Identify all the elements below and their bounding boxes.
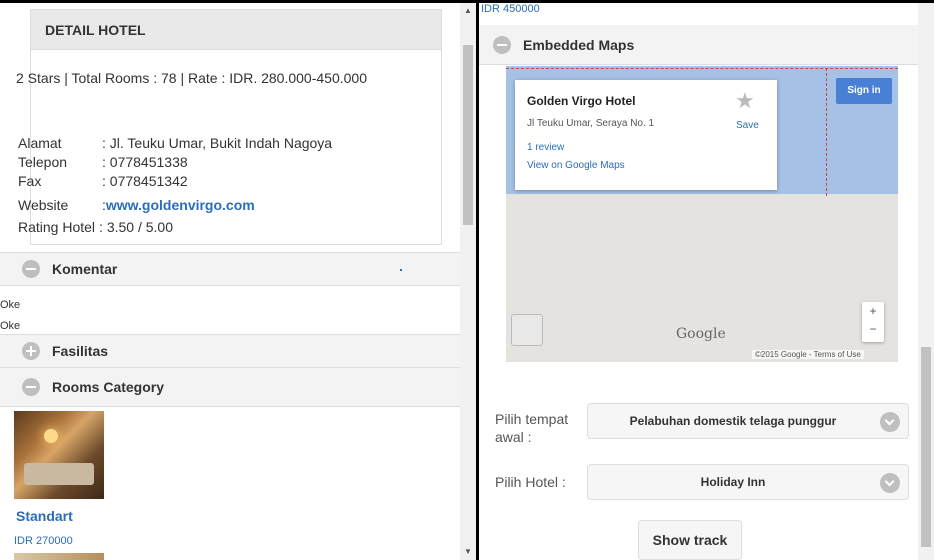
info-label: Alamat [18,135,62,151]
hotel-summary: 2 Stars | Total Rooms : 78 | Rate : IDR.… [16,70,367,86]
info-row-alamat: Alamat : Jl. Teuku Umar, Bukit Indah Nago… [18,134,332,152]
start-place-select[interactable]: Pelabuhan domestik telaga punggur [587,403,909,439]
room-name-link[interactable]: Standart [16,508,73,524]
info-value: : 3.50 / 5.00 [99,219,173,235]
info-row-fax: Fax : 0778451342 [18,172,188,190]
select-value: Holiday Inn [700,475,766,489]
bed-shape [24,463,94,485]
loading-dot [400,269,402,271]
info-value: : 0778451342 [102,173,188,189]
place-name: Golden Virgo Hotel [527,94,636,108]
scroll-thumb[interactable] [921,347,931,547]
zoom-in-button[interactable]: + [862,302,884,320]
left-scrollbar[interactable]: ▲ ▼ [460,3,479,560]
review-link[interactable]: 1 review [527,142,564,153]
place-address: Jl Teuku Umar, Seraya No. 1 [527,118,655,129]
info-label: Telepon [18,154,68,170]
scroll-down-arrow-icon[interactable]: ▼ [460,544,476,560]
right-pane: IDR 450000 Embedded Maps Golden Virgo Ho… [479,3,919,560]
section-komentar-toggle[interactable]: Komentar [0,252,460,286]
room-price: IDR 270000 [14,535,73,547]
map-attribution[interactable]: ©2015 Google - Terms of Use [752,350,864,359]
website-link[interactable]: www.goldenvirgo.com [106,197,255,213]
view-on-google-maps-link[interactable]: View on Google Maps [527,160,625,171]
comment-item: Oke [0,320,21,332]
lamp-shape [44,429,58,443]
left-pane: DETAIL HOTEL 2 Stars | Total Rooms : 78 … [0,3,460,560]
embedded-map[interactable]: Golden Virgo Hotel Jl Teuku Umar, Seraya… [506,66,898,362]
section-rooms-category-toggle[interactable]: Rooms Category [0,367,460,407]
comment-item: Oke [0,299,21,311]
info-label: Fax [18,173,42,189]
section-label: Embedded Maps [523,36,635,53]
scroll-up-arrow-icon[interactable]: ▲ [460,3,476,19]
section-fasilitas-toggle[interactable]: Fasilitas [0,334,460,368]
info-label: Website [18,197,69,213]
zoom-out-button[interactable]: − [862,320,884,338]
info-row-website: Website: www.goldenvirgo.com [18,196,255,214]
info-value: : 0778451338 [102,154,188,170]
expand-icon [22,342,40,360]
show-track-button[interactable]: Show track [638,520,742,560]
hotel-label: Pilih Hotel : [495,474,566,490]
info-label: Rating Hotel [18,219,96,235]
star-icon[interactable]: ★ [735,88,755,114]
select-value: Pelabuhan domestik telaga punggur [629,414,837,428]
start-place-label: Pilih tempat awal : [495,411,569,445]
detail-hotel-header: DETAIL HOTEL [31,10,441,50]
map-info-window: Golden Virgo Hotel Jl Teuku Umar, Seraya… [515,80,777,190]
room-photo-next[interactable] [14,553,104,560]
chevron-down-icon [880,473,900,493]
section-label: Fasilitas [52,343,109,359]
google-logo: Google [676,326,726,342]
collapse-icon [22,260,40,278]
collapse-icon [22,378,40,396]
info-value: : Jl. Teuku Umar, Bukit Indah Nagoya [102,135,333,151]
chevron-down-icon [880,412,900,432]
map-type-toggle[interactable] [511,314,543,346]
sign-in-button[interactable]: Sign in [836,78,892,104]
right-scrollbar[interactable] [918,3,934,560]
save-link[interactable]: Save [736,120,759,131]
embedded-maps-toggle[interactable]: Embedded Maps [479,25,919,65]
section-label: Rooms Category [52,379,165,395]
section-label: Komentar [52,261,118,277]
info-row-rating: Rating Hotel: 3.50 / 5.00 [18,218,173,236]
collapse-icon [493,35,511,54]
hotel-select[interactable]: Holiday Inn [587,464,909,500]
top-price: IDR 450000 [481,3,540,15]
room-photo[interactable] [14,411,104,499]
zoom-control[interactable]: + − [862,302,884,342]
map-boundary [506,68,898,69]
scroll-thumb[interactable] [463,45,473,225]
map-boundary [826,68,827,196]
info-row-telepon: Telepon : 0778451338 [18,153,188,171]
